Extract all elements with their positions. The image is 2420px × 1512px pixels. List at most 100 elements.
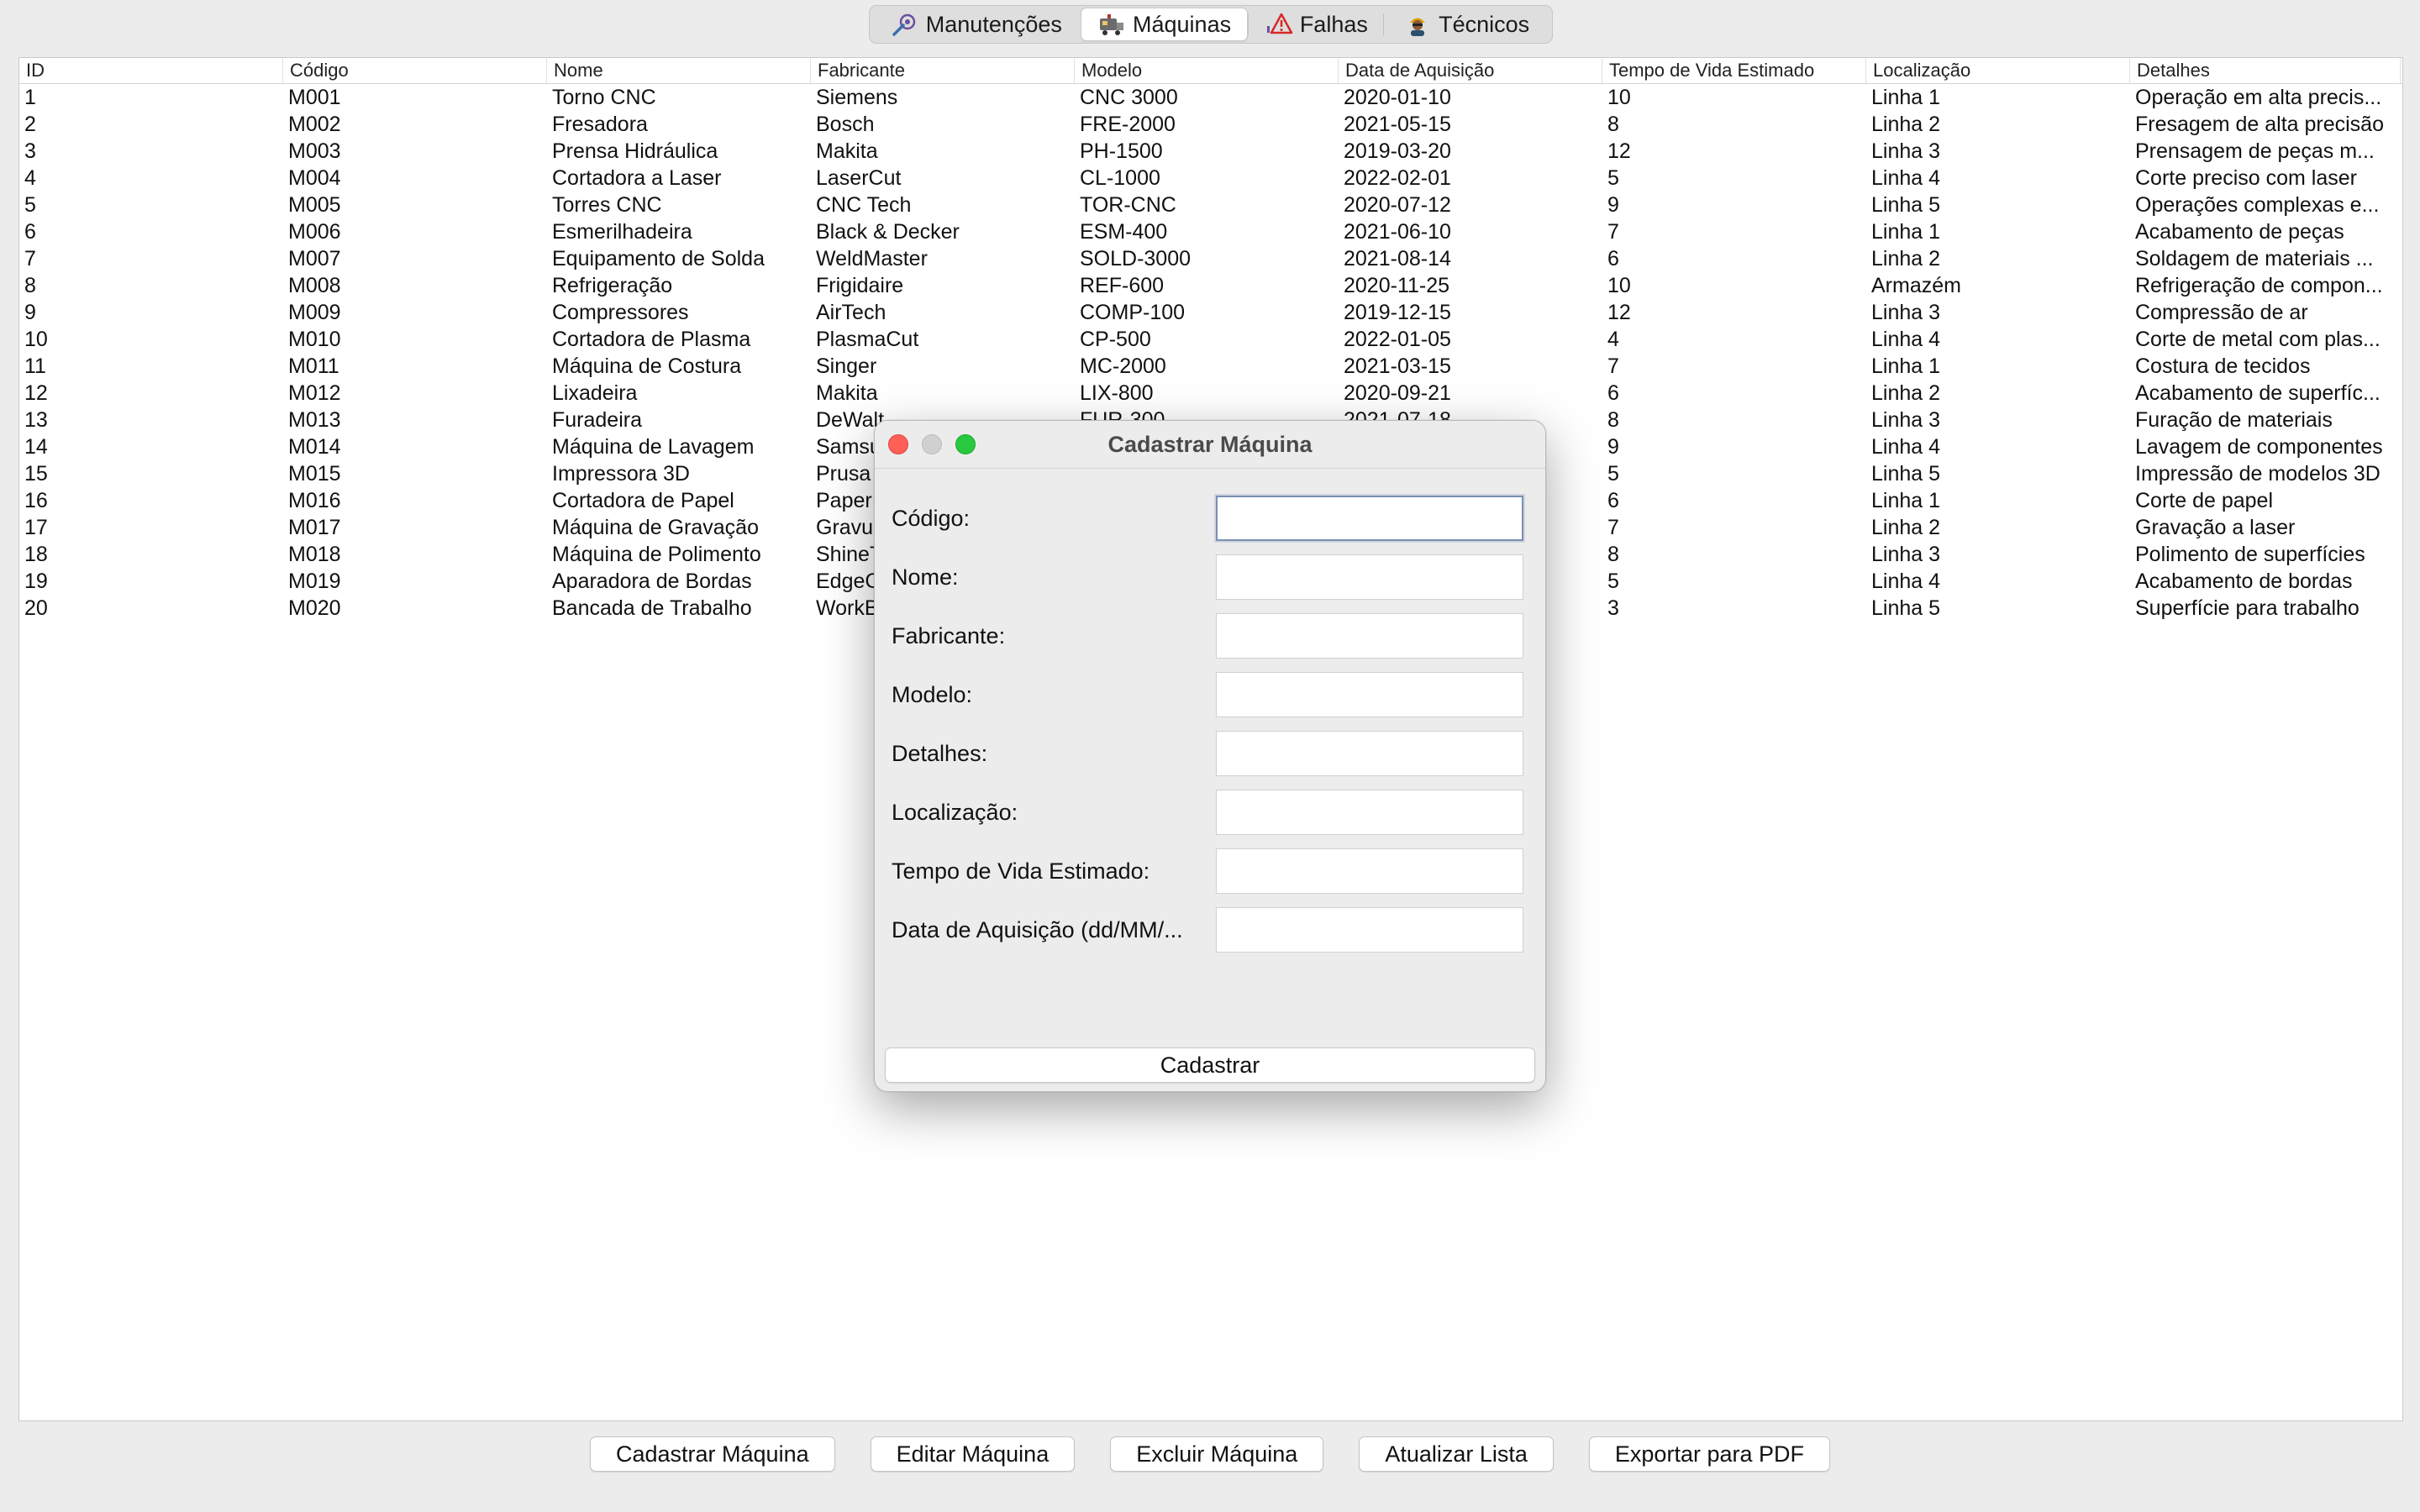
dialog-titlebar: Cadastrar Máquina [875, 421, 1545, 469]
table-cell: Máquina de Polimento [552, 543, 761, 566]
form-row-fabricante: Fabricante: [892, 612, 1530, 659]
tempo-vida-input[interactable] [1216, 848, 1523, 894]
tab-tecnicos[interactable]: Técnicos [1384, 8, 1549, 41]
table-cell: Linha 2 [1871, 113, 1941, 136]
table-cell: CNC Tech [816, 193, 912, 217]
delete-machine-button[interactable]: Excluir Máquina [1110, 1436, 1324, 1472]
table-cell: Polimento de superfícies [2135, 543, 2365, 566]
table-cell: 17 [24, 516, 48, 539]
table-cell: 12 [1607, 301, 1631, 324]
localizacao-input[interactable] [1216, 790, 1523, 835]
table-row[interactable]: 8 M008 Refrigeração Frigidaire REF-600 2020-1… [19, 272, 2402, 299]
column-header[interactable]: ID [19, 58, 283, 83]
table-cell: M008 [288, 274, 341, 297]
table-cell: CNC 3000 [1080, 86, 1178, 109]
table-cell: Siemens [816, 86, 898, 109]
table-cell: COMP-100 [1080, 301, 1186, 324]
detalhes-input[interactable] [1216, 731, 1523, 776]
modelo-input[interactable] [1216, 672, 1523, 717]
table-cell: M011 [288, 354, 339, 378]
table-cell: M001 [288, 86, 341, 109]
table-cell: 10 [24, 328, 48, 351]
tab-label: Falhas [1299, 11, 1368, 37]
table-header: ID Código Nome Fabricante Modelo Data de Aqui… [19, 58, 2402, 84]
table-cell: 5 [1607, 570, 1619, 593]
table-cell: 14 [24, 435, 48, 459]
table-row[interactable]: 11 M011 Máquina de Costura Singer MC-2000 202… [19, 353, 2402, 380]
table-cell: Cortadora a Laser [552, 166, 722, 190]
refresh-list-button[interactable]: Atualizar Lista [1359, 1436, 1554, 1472]
table-row[interactable]: 3 M003 Prensa Hidráulica Makita PH-1500 2019-… [19, 138, 2402, 165]
table-cell: Refrigeração [552, 274, 673, 297]
column-header[interactable]: Data de Aquisição [1339, 58, 1602, 83]
table-cell: 9 [1607, 435, 1619, 459]
table-row[interactable]: 2 M002 Fresadora Bosch FRE-2000 2021-05-15 8 Li… [19, 111, 2402, 138]
table-row[interactable]: 7 M007 Equipamento de Solda WeldMaster SOLD-… [19, 245, 2402, 272]
table-row[interactable]: 6 M006 Esmerilhadeira Black & Decker ESM-400… [19, 218, 2402, 245]
table-cell: 2019-12-15 [1344, 301, 1451, 324]
data-aquisicao-input[interactable] [1216, 907, 1523, 953]
tab-label: Manutenções [925, 11, 1062, 37]
table-cell: Singer [816, 354, 877, 378]
fabricante-input[interactable] [1216, 613, 1523, 659]
table-cell: 3 [24, 139, 36, 163]
table-row[interactable]: 9 M009 Compressores AirTech COMP-100 2019-12-… [19, 299, 2402, 326]
column-header[interactable]: Modelo [1075, 58, 1339, 83]
table-row[interactable]: 1 M001 Torno CNC Siemens CNC 3000 2020-01-10 1… [19, 84, 2402, 111]
table-cell: 2020-11-25 [1344, 274, 1450, 297]
table-cell: 12 [1607, 139, 1631, 163]
table-cell: FRE-2000 [1080, 113, 1176, 136]
table-cell: Linha 3 [1871, 301, 1941, 324]
table-row[interactable]: 5 M005 Torres CNC CNC Tech TOR-CNC 2020-07-12… [19, 192, 2402, 218]
export-pdf-button[interactable]: Exportar para PDF [1588, 1436, 1830, 1472]
table-cell: Linha 4 [1871, 435, 1941, 459]
tab-bar: Manutenções Máquinas Falhas Técnicos [869, 5, 1553, 44]
table-cell: 4 [24, 166, 36, 190]
table-cell: 10 [1607, 274, 1631, 297]
table-cell: 9 [24, 301, 36, 324]
column-header[interactable]: Detalhes [2130, 58, 2401, 83]
column-header[interactable]: Localização [1866, 58, 2130, 83]
table-cell: 11 [24, 354, 46, 378]
column-header[interactable]: Código [283, 58, 547, 83]
table-cell: Fresadora [552, 113, 648, 136]
table-cell: 8 [1607, 113, 1619, 136]
table-cell: 2 [24, 113, 36, 136]
table-cell: M013 [288, 408, 341, 432]
form-row-localizacao: Localização: [892, 789, 1530, 836]
column-header[interactable]: Nome [547, 58, 811, 83]
table-row[interactable]: 12 M012 Lixadeira Makita LIX-800 2020-09-21 6 L… [19, 380, 2402, 407]
table-cell: Cortadora de Papel [552, 489, 734, 512]
table-cell: MC-2000 [1080, 354, 1166, 378]
form-row-nome: Nome: [892, 554, 1530, 601]
tab-label: Máquinas [1133, 11, 1232, 37]
table-cell: M003 [288, 139, 341, 163]
table-cell: 9 [1607, 193, 1619, 217]
wrench-gear-icon [892, 13, 916, 36]
tab-manutencoes[interactable]: Manutenções [873, 8, 1080, 41]
table-cell: 18 [24, 543, 48, 566]
edit-machine-button[interactable]: Editar Máquina [870, 1436, 1076, 1472]
codigo-input[interactable] [1216, 496, 1523, 541]
tab-maquinas[interactable]: Máquinas [1080, 8, 1249, 41]
add-machine-button[interactable]: Cadastrar Máquina [589, 1436, 835, 1472]
nome-input[interactable] [1216, 554, 1523, 600]
column-header[interactable]: Tempo de Vida Estimado [1602, 58, 1866, 83]
table-cell: 2020-09-21 [1344, 381, 1451, 405]
table-cell: Torres CNC [552, 193, 662, 217]
table-cell: Corte preciso com laser [2135, 166, 2357, 190]
table-cell: 3 [1607, 596, 1619, 620]
table-row[interactable]: 4 M004 Cortadora a Laser LaserCut CL-1000 202… [19, 165, 2402, 192]
table-row[interactable]: 10 M010 Cortadora de Plasma PlasmaCut CP-500… [19, 326, 2402, 353]
table-cell: Linha 4 [1871, 328, 1941, 351]
column-header[interactable]: Fabricante [811, 58, 1075, 83]
table-cell: Soldagem de materiais ... [2135, 247, 2374, 270]
submit-register-button[interactable]: Cadastrar [885, 1047, 1535, 1083]
form-row-modelo: Modelo: [892, 671, 1530, 718]
table-cell: Linha 2 [1871, 516, 1941, 539]
table-cell: Linha 4 [1871, 570, 1941, 593]
tab-falhas[interactable]: Falhas [1249, 8, 1383, 41]
table-cell: Acabamento de peças [2135, 220, 2344, 244]
table-cell: M007 [288, 247, 341, 270]
table-cell: Aparadora de Bordas [552, 570, 752, 593]
